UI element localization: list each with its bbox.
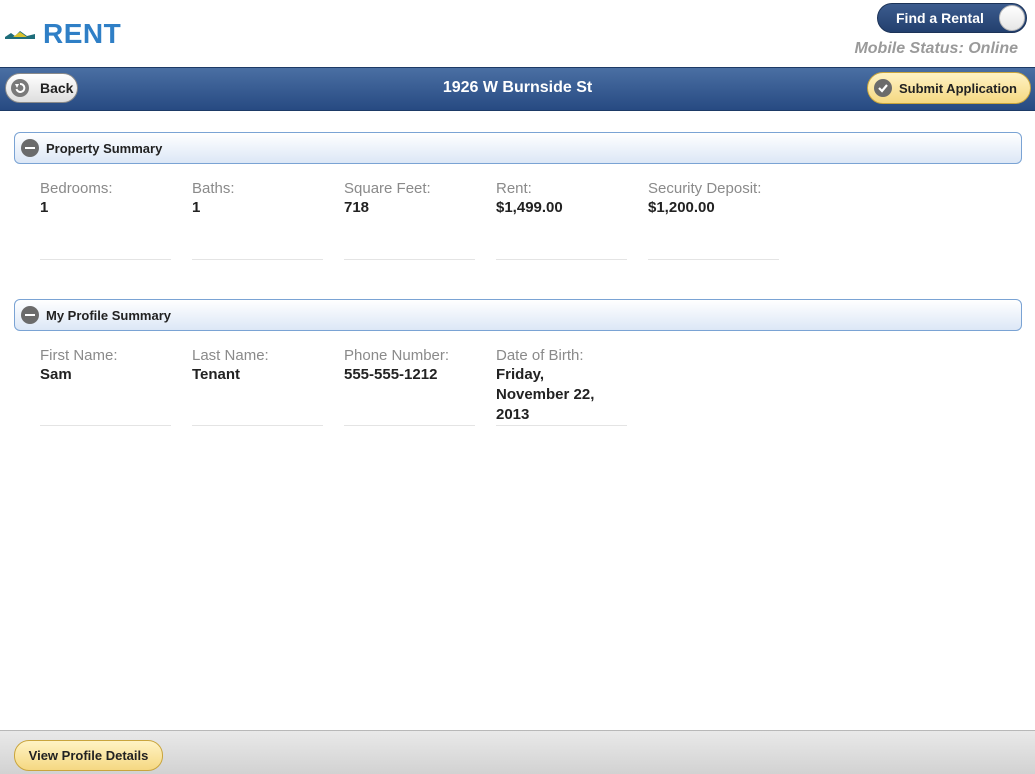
mobile-status: Mobile Status: Online — [854, 40, 1018, 57]
logo-text: Rent — [43, 18, 122, 49]
checkmark-icon — [874, 79, 892, 97]
field-label: First Name: — [40, 347, 118, 364]
field-bedrooms: Bedrooms: 1 — [40, 179, 171, 260]
field-last-name: Last Name: Tenant — [192, 346, 323, 426]
field-first-name: First Name: Sam — [40, 346, 171, 426]
submit-application-label: Submit Application — [899, 80, 1017, 96]
field-baths: Baths: 1 — [192, 179, 323, 260]
field-label: Baths: — [192, 180, 235, 197]
view-profile-details-label: View Profile Details — [28, 748, 149, 763]
field-label: Square Feet: — [344, 180, 431, 197]
field-label: Last Name: — [192, 347, 269, 364]
property-summary-title: Property Summary — [46, 140, 163, 156]
field-value: 1 — [40, 199, 49, 216]
mountain-logo-icon — [5, 23, 35, 45]
field-rent: Rent: $1,499.00 — [496, 179, 627, 260]
field-value: 1 — [192, 199, 201, 216]
field-phone-number: Phone Number: 555-555-1212 — [344, 346, 475, 426]
find-rental-toggle[interactable]: Find a Rental — [877, 3, 1027, 33]
footer-toolbar: View Profile Details — [0, 730, 1035, 774]
toggle-knob[interactable] — [999, 5, 1025, 31]
submit-application-button[interactable]: Submit Application — [867, 72, 1031, 104]
field-value: $1,499.00 — [496, 199, 563, 216]
field-value: 555-555-1212 — [344, 366, 438, 383]
app-logo[interactable]: Rent — [5, 18, 121, 50]
field-label: Bedrooms: — [40, 180, 113, 197]
field-value: Tenant — [192, 366, 241, 383]
field-value: Friday, November 22, 2013 — [496, 366, 595, 423]
field-label: Security Deposit: — [648, 180, 762, 197]
field-square-feet: Square Feet: 718 — [344, 179, 475, 260]
view-profile-details-button[interactable]: View Profile Details — [14, 740, 163, 771]
field-security-deposit: Security Deposit: $1,200.00 — [648, 179, 779, 260]
profile-summary-header[interactable]: My Profile Summary — [14, 299, 1022, 331]
field-label: Phone Number: — [344, 347, 450, 364]
find-rental-label: Find a Rental — [896, 10, 984, 26]
field-label: Rent: — [496, 180, 532, 197]
field-value: Sam — [40, 366, 72, 383]
profile-summary-title: My Profile Summary — [46, 307, 171, 323]
collapse-minus-icon — [21, 306, 39, 324]
top-header: Rent Find a Rental Mobile Status: Online — [0, 0, 1035, 67]
collapse-minus-icon — [21, 139, 39, 157]
property-summary-header[interactable]: Property Summary — [14, 132, 1022, 164]
field-value: 718 — [344, 199, 370, 216]
field-date-of-birth: Date of Birth: Friday, November 22, 2013 — [496, 346, 627, 426]
field-label: Date of Birth: — [496, 347, 584, 364]
nav-bar: Back 1926 W Burnside St Submit Applicati… — [0, 67, 1035, 111]
field-value: $1,200.00 — [648, 199, 715, 216]
